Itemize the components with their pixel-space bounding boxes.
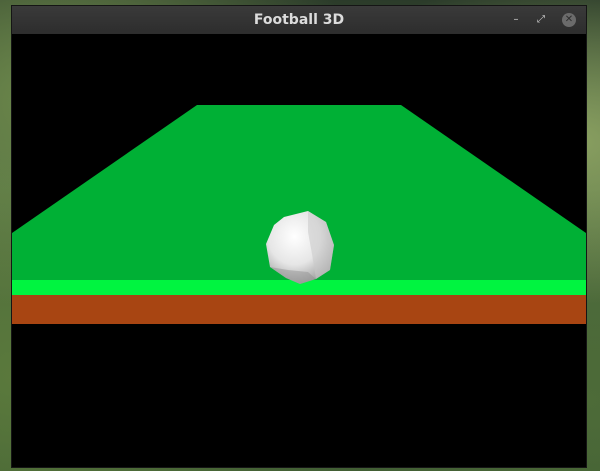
maximize-icon[interactable]: ⤢ [534, 13, 548, 27]
window-titlebar[interactable]: Football 3D – ⤢ ✕ [12, 6, 586, 35]
window-title: Football 3D [253, 12, 345, 28]
scene-canvas [12, 34, 586, 467]
game-viewport[interactable] [12, 34, 586, 467]
close-icon[interactable]: ✕ [562, 13, 576, 27]
minimize-icon[interactable]: – [509, 13, 523, 27]
game-window: Football 3D – ⤢ ✕ [12, 6, 586, 467]
pitch-side [12, 295, 586, 324]
